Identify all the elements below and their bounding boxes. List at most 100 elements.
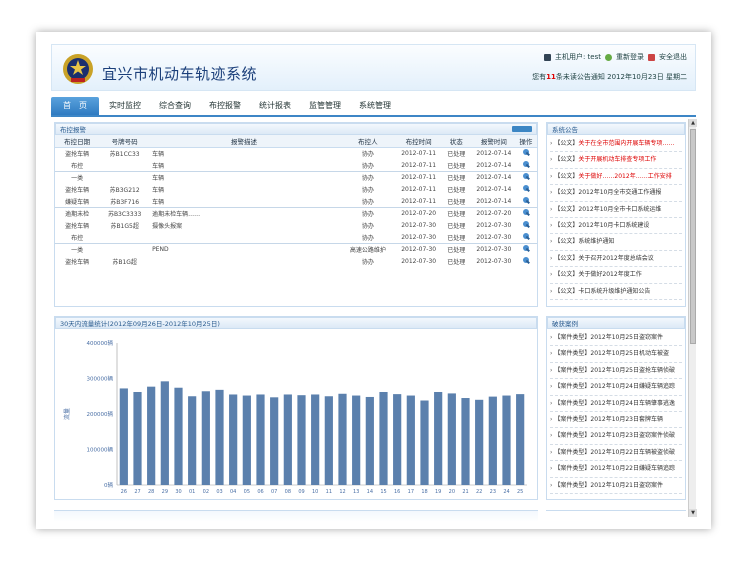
table-cell: 车辆	[150, 195, 338, 208]
search-icon[interactable]	[522, 209, 529, 215]
cases-list: › 【案件类型】2012年10月25日盗窃案件 › 【案件类型】2012年10月25日…	[547, 329, 685, 495]
nav-supervision[interactable]: 监管管理	[301, 97, 349, 115]
more-button[interactable]	[512, 126, 532, 132]
x-tick-label: 02	[203, 489, 209, 495]
table-cell: 车辆	[150, 159, 338, 172]
header: 宜兴市机动车轨迹系统 主机用户: test 重新登录 安全退出 您有11条未读公…	[51, 44, 696, 91]
table-cell: 已处理	[439, 219, 473, 232]
arrow-icon: ›	[550, 415, 553, 423]
locate-action	[514, 255, 537, 268]
greeting-suffix: 条未读公告通知 2012年10月23日 星期二	[555, 73, 687, 81]
list-item[interactable]: › 【公文】2012年10月全市卡口系统运维	[550, 202, 682, 218]
search-icon[interactable]	[522, 161, 529, 167]
table-row[interactable]: 盗抢车辆 苏B1G超 协办 2012-07-30 已处理 2012-07-30	[55, 255, 537, 268]
vertical-scrollbar[interactable]: ▲ ▼	[688, 119, 697, 517]
arrow-icon: ›	[550, 366, 553, 374]
scroll-down-icon[interactable]: ▼	[689, 509, 697, 517]
x-tick-label: 29	[162, 489, 168, 495]
table-row[interactable]: 一类 车辆 协办 2012-07-11 已处理 2012-07-14	[55, 171, 537, 184]
y-tick-label: 200000辆	[87, 410, 114, 418]
arrow-icon: ›	[550, 140, 553, 147]
nav-home[interactable]: 首 页	[51, 97, 99, 115]
nav-system[interactable]: 系统管理	[351, 97, 399, 115]
x-tick-label: 07	[271, 489, 277, 495]
arrow-icon: ›	[550, 481, 553, 489]
bar	[201, 391, 210, 485]
list-item[interactable]: › 【公文】系统维护通知	[550, 234, 682, 251]
bar	[393, 394, 402, 485]
relogin-link[interactable]: 重新登录	[616, 52, 644, 62]
nav-query[interactable]: 综合查询	[151, 97, 199, 115]
table-row[interactable]: 盗抢车辆 苏B1G5超 摄像头报案 协办 2012-07-30 已处理 2012-07-30	[55, 219, 537, 232]
nav-realtime[interactable]: 实时监控	[101, 97, 149, 115]
list-item[interactable]: › 【公文】卡口系统升级维护通知公告	[550, 284, 682, 300]
table-row[interactable]: 布控 协办 2012-07-30 已处理 2012-07-30	[55, 231, 537, 244]
nav-alarm[interactable]: 布控报警	[201, 97, 249, 115]
list-item[interactable]: › 【公文】2012年10月卡口系统建设	[550, 218, 682, 235]
main-nav: 首 页 实时监控 综合查询 布控报警 统计报表 监管管理 系统管理	[51, 97, 696, 117]
table-cell: 协办	[337, 183, 398, 196]
list-item[interactable]: › 【案件类型】2012年10月23日盗窃案件侦破	[550, 428, 682, 445]
list-item[interactable]: › 【公文】2012年10月全市交通工作通报	[550, 185, 682, 202]
table-cell: 盗抢车辆	[55, 183, 100, 196]
notice-list: › 【公文】关于在全市范围内开展车辆专项…… › 【公文】关于开展机动车排查专项工作 ›…	[547, 135, 685, 301]
scroll-up-icon[interactable]: ▲	[689, 119, 697, 127]
x-tick-label: 08	[285, 489, 291, 495]
column-header: 号牌号码	[99, 135, 151, 148]
table-row[interactable]: 盗抢车辆 苏B3G212 车辆 协办 2012-07-11 已处理 2012-07-14	[55, 183, 537, 196]
top-links: 主机用户: test 重新登录 安全退出	[543, 52, 687, 62]
table-cell: 嫌疑车辆	[55, 195, 100, 208]
search-icon[interactable]	[522, 173, 529, 179]
table-row[interactable]: 布控 车辆 协办 2012-07-11 已处理 2012-07-14	[55, 159, 537, 172]
nav-report[interactable]: 统计报表	[251, 97, 299, 115]
x-tick-label: 12	[339, 489, 345, 495]
list-item[interactable]: › 【案件类型】2012年10月21日盗窃案件	[550, 478, 682, 494]
list-item[interactable]: › 【公文】关于做好……2012年……工作安排	[550, 169, 682, 186]
list-item[interactable]: › 【公文】关于开展机动车排查专项工作	[550, 152, 682, 169]
table-row[interactable]: 嫌疑车辆 苏B3F716 车辆 协办 2012-07-11 已处理 2012-07-14	[55, 195, 537, 208]
current-user-link[interactable]: 主机用户: test	[555, 52, 601, 62]
table-row[interactable]: 一类 PEND 高速公路维护 2012-07-30 已处理 2012-07-30	[55, 243, 537, 256]
item-tag: 【案件类型】	[554, 432, 591, 440]
search-icon[interactable]	[522, 197, 529, 203]
unread-count[interactable]: 11	[546, 73, 556, 81]
column-header: 状态	[439, 135, 473, 148]
item-tag: 【公文】	[554, 221, 579, 229]
search-icon[interactable]	[522, 185, 529, 191]
arrow-icon: ›	[550, 399, 553, 407]
search-icon[interactable]	[522, 245, 529, 251]
search-icon[interactable]	[522, 221, 529, 227]
list-item[interactable]: › 【案件类型】2012年10月24日嫌疑车辆追踪	[550, 379, 682, 396]
x-tick-label: 19	[435, 489, 441, 495]
table-cell	[150, 255, 338, 268]
table-row[interactable]: 盗抢车辆 苏B1CC33 车辆 协办 2012-07-11 已处理 2012-07-14	[55, 147, 537, 160]
list-item[interactable]: › 【案件类型】2012年10月22日车辆被盗侦破	[550, 445, 682, 462]
list-item[interactable]: › 【案件类型】2012年10月22日嫌疑车辆追踪	[550, 461, 682, 478]
search-icon[interactable]	[522, 149, 529, 155]
list-item[interactable]: › 【案件类型】2012年10月25日盗抢车辆侦破	[550, 363, 682, 380]
table-cell	[99, 231, 151, 244]
bar	[119, 388, 128, 485]
logout-link[interactable]: 安全退出	[659, 52, 687, 62]
list-item[interactable]: › 【公文】关于做好2012年度工作	[550, 267, 682, 284]
table-row[interactable]: 逾期未检 苏B3C3333 逾期未检车辆…… 协办 2012-07-20 已处理 2012-…	[55, 207, 537, 220]
list-item[interactable]: › 【案件类型】2012年10月24日车辆肇事逃逸	[550, 396, 682, 412]
list-item[interactable]: › 【案件类型】2012年10月25日盗窃案件	[550, 330, 682, 347]
list-item[interactable]: › 【公文】关于召开2012年度总结会议	[550, 251, 682, 268]
arrow-icon: ›	[550, 172, 553, 180]
table-cell: 协办	[337, 147, 398, 160]
bar	[270, 397, 279, 485]
arrow-icon: ›	[550, 238, 553, 246]
list-item[interactable]: › 【案件类型】2012年10月23日套牌车辆	[550, 412, 682, 429]
table-cell: 已处理	[439, 207, 473, 220]
search-icon[interactable]	[522, 257, 529, 263]
table-cell	[99, 159, 151, 172]
arrow-icon: ›	[550, 221, 553, 229]
item-text: 2012年10月全市交通工作通报	[578, 189, 662, 197]
list-item[interactable]: › 【公文】关于在全市范围内开展车辆专项……	[550, 136, 682, 153]
list-item[interactable]: › 【案件类型】2012年10月25日机动车被盗	[550, 346, 682, 363]
table-cell: 2012-07-20	[397, 207, 440, 220]
scroll-thumb[interactable]	[690, 129, 696, 344]
arrow-icon: ›	[550, 383, 553, 391]
search-icon[interactable]	[522, 233, 529, 239]
